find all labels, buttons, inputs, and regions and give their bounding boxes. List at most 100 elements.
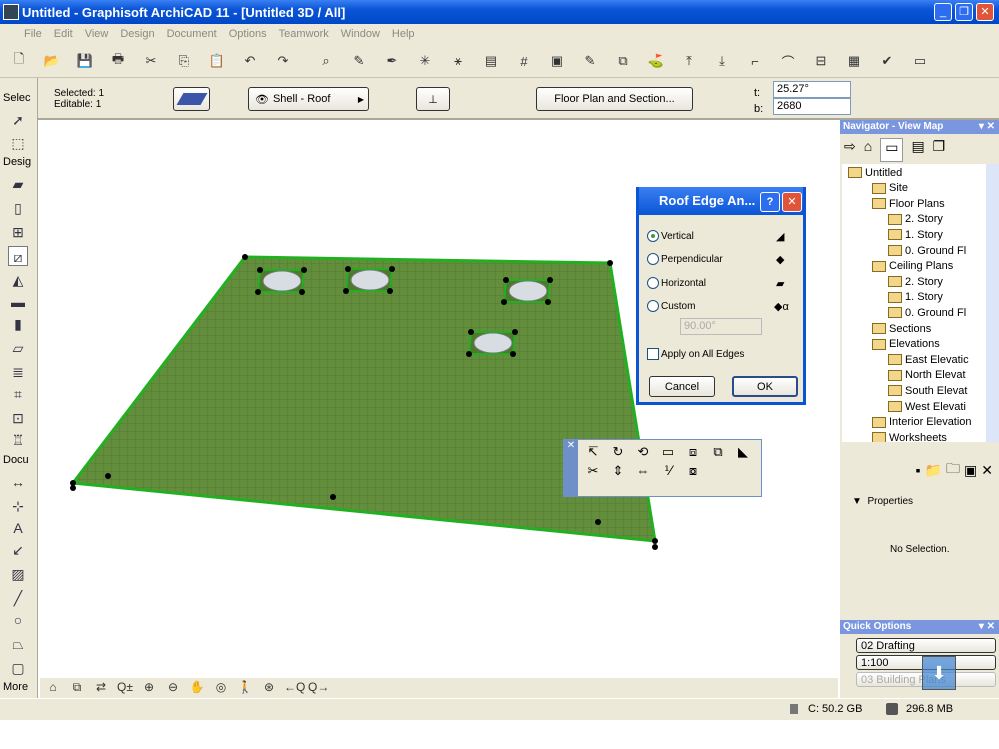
show-all-icon[interactable]: ⇄ [92,680,110,696]
previous-zoom-icon[interactable]: ←Q [284,680,305,696]
tree-item[interactable]: Untitled [848,165,902,180]
custom-angle-field[interactable]: 90.00° [680,318,762,335]
help-button[interactable]: ? [760,192,780,212]
archicad-app-icon[interactable] [3,4,19,20]
mirror-icon[interactable]: ⟲ [632,444,654,460]
marker-icon[interactable]: ✔ [876,50,898,72]
story-icon[interactable]: ⛳ [645,50,667,72]
fit-in-window-icon[interactable]: ⊛ [260,680,278,696]
hotspot[interactable] [387,288,393,294]
detail-icon[interactable]: ⌐ [744,50,766,72]
layer-selector[interactable]: 👁 Shell - Roof ▶ [248,87,369,111]
tree-item[interactable]: 0. Ground Fl [888,243,966,258]
clone-folder-button[interactable]: 🗀 [946,458,960,482]
split-icon[interactable]: ✂ [582,463,604,479]
floor-plan-section-button[interactable]: Floor Plan and Section... [536,87,693,111]
offset-icon[interactable]: ⧈ [682,444,704,460]
roof-hotspot[interactable] [652,544,658,550]
fill-tool-icon[interactable]: ▨ [8,564,28,584]
delete-button[interactable]: ✕ [981,462,993,479]
tree-item[interactable]: 2. Story [888,212,943,227]
radio-custom[interactable]: Custom [647,300,695,312]
hotspot[interactable] [257,267,263,273]
hotspot[interactable] [545,299,551,305]
custom-edge-icon[interactable]: ◣ [732,444,754,460]
close-button[interactable]: ✕ [976,3,994,21]
pen-icon[interactable]: ✎ [579,50,601,72]
cut-icon[interactable]: ✂ [140,50,162,72]
roof-geometry-button[interactable]: ⊥ [416,87,450,111]
object-tool-icon[interactable]: ♖ [8,430,28,450]
thickness-field[interactable]: 2680 [773,98,851,115]
window-icon[interactable]: ▦ [843,50,865,72]
tree-item[interactable]: Worksheets [872,430,947,442]
skylight[interactable] [343,266,395,294]
hotspot[interactable] [547,277,553,283]
tree-item[interactable]: West Elevati [888,399,966,414]
multiply-icon[interactable]: ⅟ [657,463,679,479]
menu-window[interactable]: Window [341,28,380,40]
tree-item[interactable]: Sections [872,321,931,336]
roof-hotspot[interactable] [330,494,336,500]
hotspot[interactable] [466,351,472,357]
window-tool-icon[interactable]: ⊞ [8,222,28,242]
palette-close-icon[interactable]: ✕ [564,440,578,496]
grid-snap-icon[interactable]: # [513,50,535,72]
polyline-tool-icon[interactable]: ⏢ [8,634,28,654]
zoom-fit-icon[interactable]: ⧉ [68,680,86,696]
shell-tool-icon[interactable]: ◭ [8,270,28,290]
tree-item[interactable]: East Elevatic [888,352,969,367]
hotspot[interactable] [343,288,349,294]
trace-icon[interactable]: ⧉ [612,50,634,72]
new-icon[interactable]: 🗋 [8,50,30,72]
tree-item[interactable]: 1. Story [888,227,943,242]
hotspot[interactable] [301,267,307,273]
apply-all-edges-checkbox[interactable]: Apply on All Edges [647,348,744,360]
hotspot[interactable] [345,266,351,272]
beam-tool-icon[interactable]: ▬ [8,292,28,312]
skylight[interactable] [255,267,307,295]
interior-elevation-icon[interactable]: ⊟ [810,50,832,72]
skylight[interactable] [466,329,518,357]
tree-item[interactable]: Interior Elevation [872,415,972,430]
pan-icon[interactable]: ✋ [188,680,206,696]
maximize-button[interactable]: ❐ [955,3,973,21]
skylight[interactable] [501,277,553,305]
redo-icon[interactable]: ↷ [272,50,294,72]
properties-toggle[interactable]: ▼ Properties [852,496,913,507]
rotate-icon[interactable]: ↻ [607,444,629,460]
elevation-icon[interactable]: ⤒ [678,50,700,72]
more-tools[interactable]: More [0,681,36,697]
copy-icon[interactable]: ⎘ [173,50,195,72]
line-tool-icon[interactable]: ╱ [8,588,28,608]
dialog-close-button[interactable]: ✕ [782,192,802,212]
radio-vertical[interactable]: Vertical [647,230,694,242]
menu-document[interactable]: Document [167,28,217,40]
hotspot[interactable] [299,289,305,295]
publisher-button[interactable]: ❐ [933,138,946,162]
label-tool-icon[interactable]: ↙ [8,540,28,560]
open-view-button[interactable]: ▣ [964,462,977,479]
arrow-tool-icon[interactable]: ➚ [8,110,28,130]
roof-hotspot[interactable] [652,538,658,544]
tree-item[interactable]: South Elevat [888,383,967,398]
hotspot[interactable] [389,266,395,272]
print-icon[interactable]: 🖶 [107,50,129,72]
layout-book-button[interactable]: ▤ [911,138,924,162]
drag-copy-icon[interactable]: ⧉ [707,444,729,460]
roof-hotspot[interactable] [70,485,76,491]
stretch-icon[interactable]: ⇔ [632,463,654,479]
angle-field[interactable]: 25.27° [773,81,851,98]
syringe-icon[interactable]: ✒ [381,50,403,72]
tree-item[interactable]: Ceiling Plans [872,259,953,274]
zoom-window-icon[interactable]: Q± [116,680,134,696]
find-select-icon[interactable]: ⌕ [315,50,337,72]
layer-icon[interactable]: ▤ [480,50,502,72]
mesh-tool-icon[interactable]: ⌗ [8,384,28,404]
layer-combo-icon[interactable]: ▣ [546,50,568,72]
column-tool-icon[interactable]: ▮ [8,314,28,334]
tree-scrollbar[interactable] [986,164,999,442]
adjust-icon[interactable]: ⇕ [607,463,629,479]
layer-combination-select[interactable]: 02 Drafting [856,638,996,653]
roof-hotspot[interactable] [595,519,601,525]
